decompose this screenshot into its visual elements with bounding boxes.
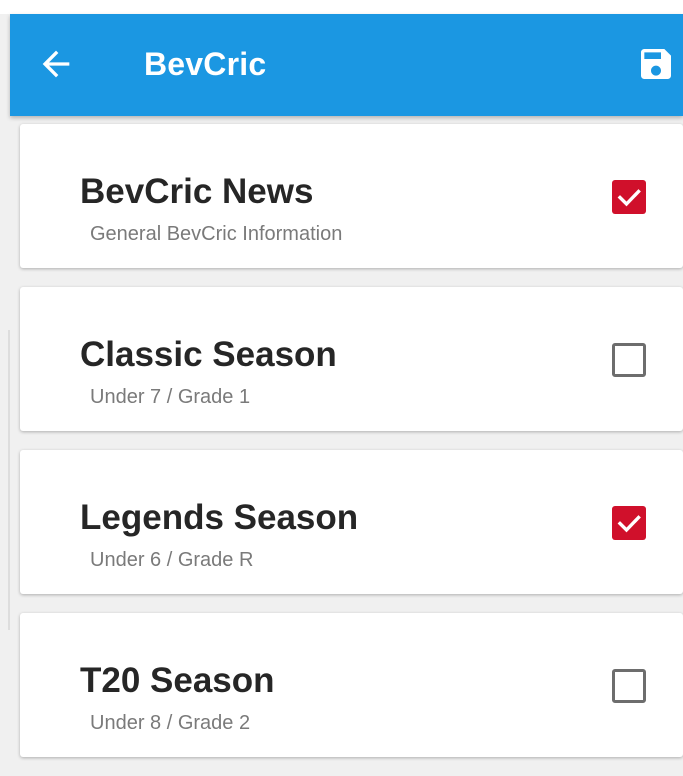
arrow-left-icon bbox=[42, 50, 70, 78]
list-item[interactable]: BevCric News General BevCric Information bbox=[20, 124, 683, 268]
subscribe-checkbox[interactable] bbox=[612, 343, 646, 377]
save-button[interactable] bbox=[636, 44, 676, 84]
list-item[interactable]: Legends Season Under 6 / Grade R bbox=[20, 450, 683, 594]
status-strip bbox=[0, 0, 683, 14]
back-button[interactable] bbox=[36, 44, 76, 84]
divider bbox=[8, 330, 10, 630]
subscribe-checkbox[interactable] bbox=[612, 180, 646, 214]
checkmark-icon bbox=[617, 515, 641, 533]
floppy-disk-icon bbox=[641, 49, 671, 79]
checkmark-icon bbox=[617, 189, 641, 207]
list-item-title: BevCric News bbox=[80, 172, 314, 211]
subscribe-checkbox[interactable] bbox=[612, 506, 646, 540]
list-item[interactable]: T20 Season Under 8 / Grade 2 bbox=[20, 613, 683, 757]
list-item-subtitle: Under 7 / Grade 1 bbox=[90, 386, 251, 408]
list-item-subtitle: Under 6 / Grade R bbox=[90, 549, 254, 571]
list-item[interactable]: Classic Season Under 7 / Grade 1 bbox=[20, 287, 683, 431]
list-item-subtitle: General BevCric Information bbox=[90, 223, 343, 245]
subscribe-checkbox[interactable] bbox=[612, 669, 646, 703]
list-item-title: Legends Season bbox=[80, 498, 359, 537]
app-bar: BevCric bbox=[10, 14, 683, 116]
list-item-title: Classic Season bbox=[80, 335, 337, 374]
list-item-title: T20 Season bbox=[80, 661, 275, 700]
subscription-list: BevCric News General BevCric Information… bbox=[20, 124, 683, 776]
list-item-subtitle: Under 8 / Grade 2 bbox=[90, 712, 251, 734]
app-title: BevCric bbox=[144, 46, 267, 82]
